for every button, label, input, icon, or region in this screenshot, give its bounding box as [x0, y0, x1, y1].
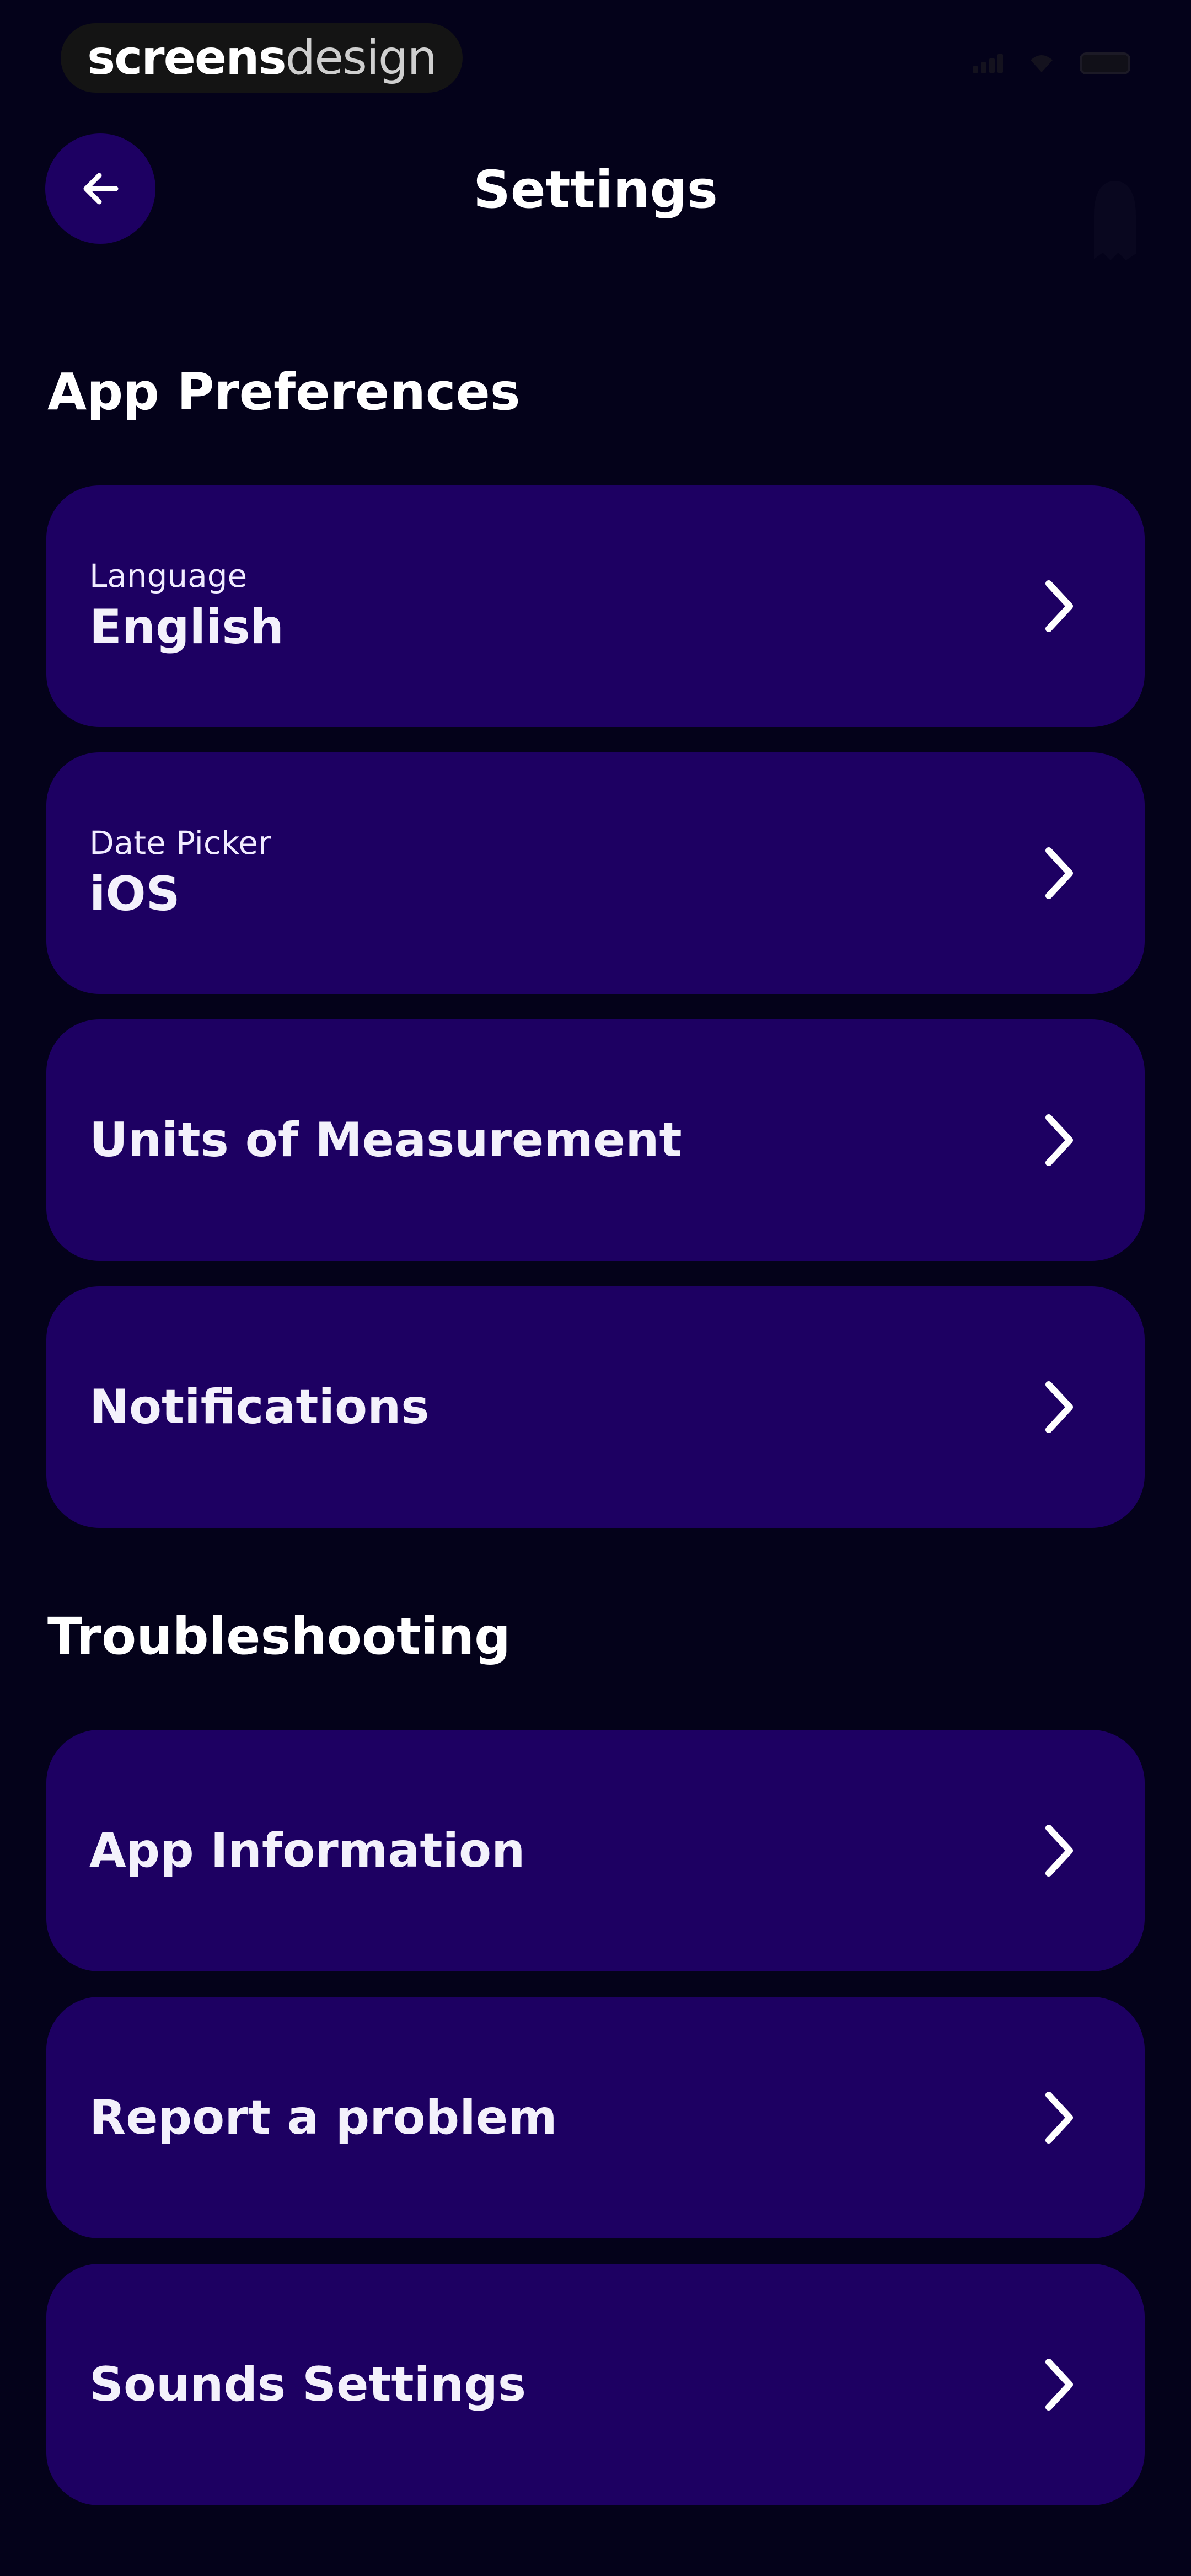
brand-logo: screens design [61, 23, 463, 93]
settings-item-app-information[interactable]: App Information [46, 1730, 1145, 1971]
brand-logo-part2: design [285, 30, 437, 85]
settings-item-language[interactable]: Language English [46, 485, 1145, 727]
chevron-right-icon [1045, 2359, 1073, 2411]
status-bar: screens design [0, 0, 1191, 116]
signal-icon [973, 54, 1003, 73]
settings-item-date-picker[interactable]: Date Picker iOS [46, 752, 1145, 994]
chevron-right-icon [1045, 1825, 1073, 1877]
chevron-right-icon [1045, 2092, 1073, 2144]
brand-logo-part1: screens [87, 30, 287, 85]
item-caption: Language [89, 557, 248, 595]
chevron-right-icon [1045, 1114, 1073, 1166]
chevron-right-icon [1045, 1381, 1073, 1433]
section-title-troubleshooting: Troubleshooting [47, 1607, 511, 1666]
chevron-right-icon [1045, 580, 1073, 632]
item-label: Sounds Settings [89, 2357, 527, 2412]
item-value: iOS [89, 867, 180, 922]
settings-item-notifications[interactable]: Notifications [46, 1286, 1145, 1528]
battery-icon [1080, 52, 1130, 74]
item-label: Notifications [89, 1380, 430, 1435]
ghost-icon [1094, 181, 1136, 260]
item-label: App Information [89, 1823, 525, 1878]
settings-item-report-a-problem[interactable]: Report a problem [46, 1997, 1145, 2238]
chevron-right-icon [1045, 847, 1073, 899]
settings-item-sounds-settings[interactable]: Sounds Settings [46, 2264, 1145, 2505]
item-label: Units of Measurement [89, 1113, 682, 1168]
item-caption: Date Picker [89, 824, 271, 862]
header: Settings [0, 127, 1191, 260]
settings-screen: screens design Settings App Preferences … [0, 0, 1191, 2576]
section-title-app-preferences: App Preferences [47, 362, 521, 421]
status-icons [973, 52, 1130, 74]
wifi-icon [1031, 55, 1053, 72]
page-title: Settings [473, 160, 718, 220]
item-label: Report a problem [89, 2090, 557, 2145]
item-value: English [89, 600, 284, 655]
settings-item-units-of-measurement[interactable]: Units of Measurement [46, 1019, 1145, 1261]
